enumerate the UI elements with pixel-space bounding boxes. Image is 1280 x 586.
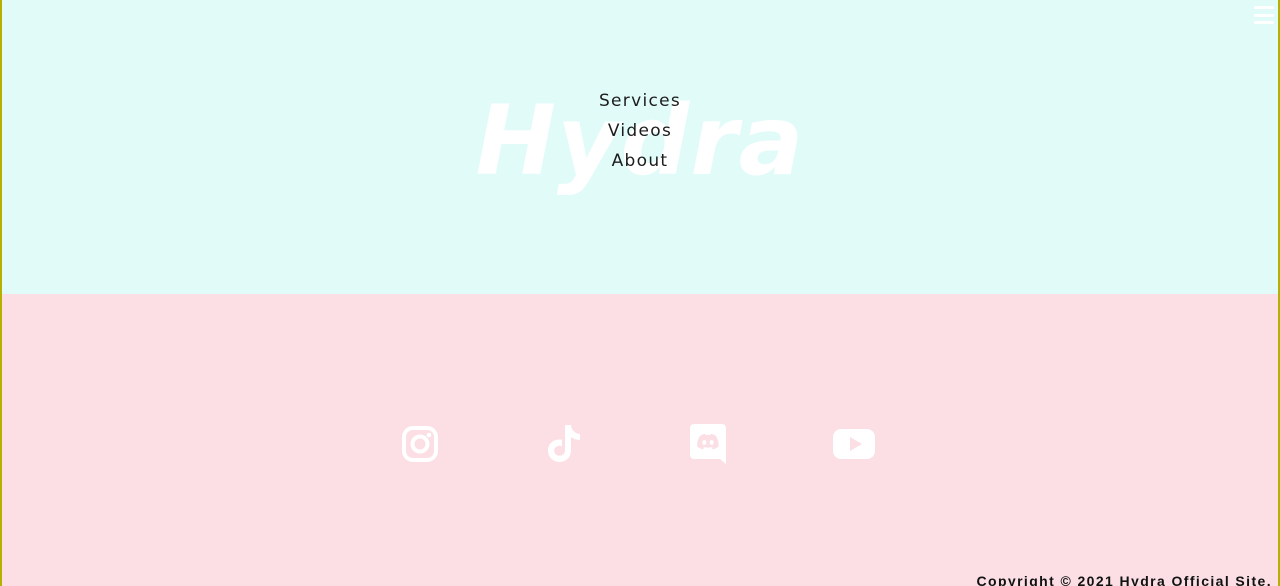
instagram-link[interactable] bbox=[396, 420, 444, 468]
menu-bar bbox=[1254, 6, 1274, 9]
nav-link-about[interactable]: About bbox=[612, 146, 669, 176]
hero-section: Hydra Services Videos About bbox=[2, 0, 1278, 294]
youtube-icon bbox=[833, 429, 875, 459]
social-links bbox=[2, 420, 1278, 468]
discord-icon bbox=[690, 424, 726, 464]
hamburger-menu-button[interactable] bbox=[1254, 6, 1274, 24]
menu-bar bbox=[1254, 21, 1274, 24]
nav-link-videos[interactable]: Videos bbox=[608, 116, 672, 146]
copyright-text: Copyright © 2021 Hydra Official Site. bbox=[976, 573, 1272, 586]
nav-link-services[interactable]: Services bbox=[599, 86, 681, 116]
menu-bar bbox=[1254, 13, 1274, 17]
discord-link[interactable] bbox=[684, 420, 732, 468]
instagram-icon bbox=[402, 426, 438, 462]
tiktok-icon bbox=[548, 425, 580, 462]
youtube-link[interactable] bbox=[830, 420, 878, 468]
page: Hydra Services Videos About Copyright © … bbox=[0, 0, 1280, 586]
main-nav: Services Videos About bbox=[2, 86, 1278, 176]
tiktok-link[interactable] bbox=[540, 420, 588, 468]
